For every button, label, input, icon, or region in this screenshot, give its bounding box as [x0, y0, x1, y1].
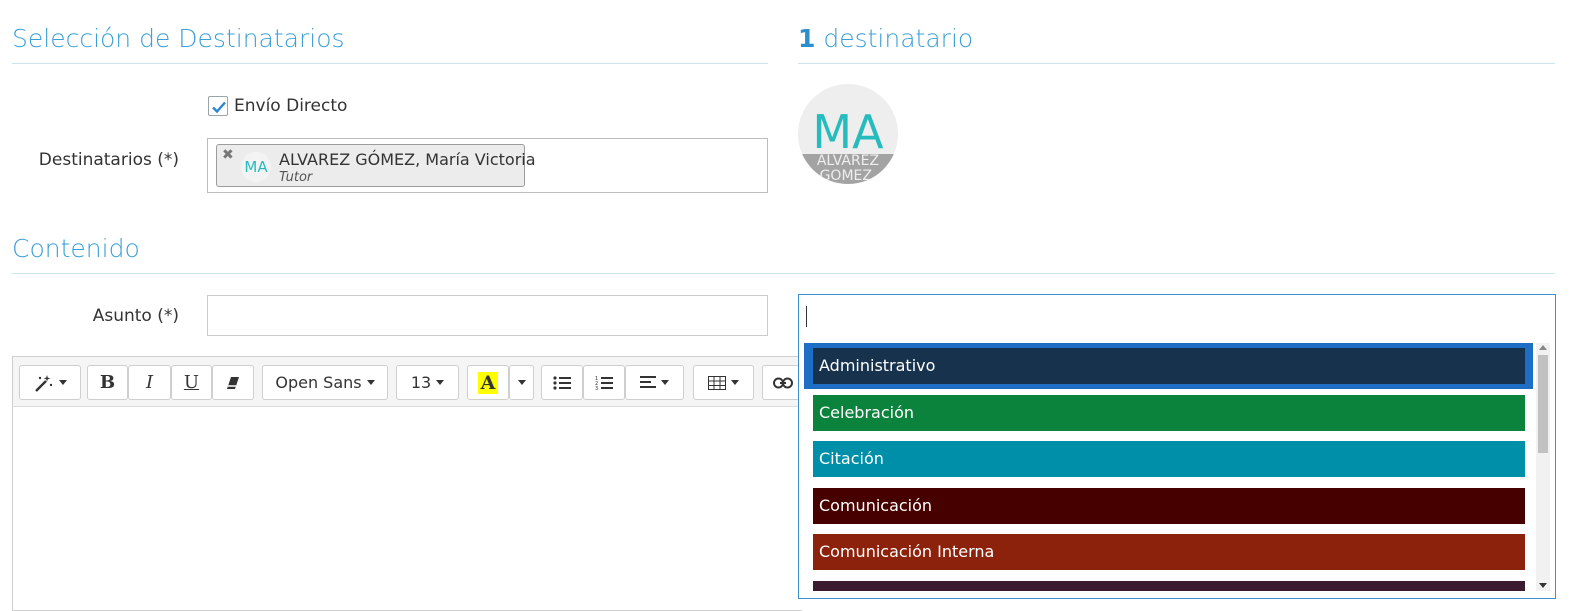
ordered-list-button[interactable]: 1 2 3 — [583, 365, 625, 400]
editor-toolbar: B I U Open Sans 13 A 1 2 3 — [13, 357, 804, 407]
scroll-up-arrow-icon[interactable] — [1539, 345, 1547, 350]
recipients-section-divider — [12, 63, 768, 64]
scroll-down-arrow-icon[interactable] — [1539, 583, 1547, 588]
font-size-dropdown[interactable]: 13 — [396, 365, 459, 400]
recipient-chip-name: ALVAREZ GÓMEZ, María Victoria — [279, 150, 536, 169]
numbered-list-icon: 1 2 3 — [595, 376, 613, 391]
recipient-count-title: 1 destinatario — [798, 24, 973, 53]
magic-wand-icon — [34, 374, 52, 392]
rich-text-editor[interactable]: B I U Open Sans 13 A 1 2 3 — [12, 356, 804, 611]
underline-button[interactable]: U — [171, 365, 212, 400]
font-family-dropdown[interactable]: Open Sans — [262, 365, 388, 400]
italic-button[interactable]: I — [128, 365, 171, 400]
tag-search-input[interactable] — [799, 295, 1555, 341]
svg-text:3: 3 — [595, 386, 598, 391]
bold-button[interactable]: B — [87, 365, 128, 400]
table-icon — [708, 375, 726, 390]
content-section-divider — [12, 273, 1555, 274]
recipient-chip-role: Tutor — [279, 170, 313, 185]
tag-option[interactable]: Administrativo — [813, 348, 1525, 384]
recipient-count-number: 1 — [798, 24, 816, 53]
subject-label: Asunto (*) — [92, 306, 179, 326]
recipient-chip: ✖ MA ALVAREZ GÓMEZ, María Victoria Tutor — [216, 144, 536, 187]
text-cursor — [806, 306, 807, 327]
highlight-color-dropdown[interactable] — [509, 365, 534, 400]
highlight-letter: A — [477, 371, 499, 394]
style-dropdown-button[interactable] — [19, 365, 81, 400]
highlight-color-button[interactable]: A — [467, 365, 509, 400]
tag-options-list: Administrativo Celebración Citación Comu… — [804, 343, 1534, 591]
paragraph-align-dropdown[interactable] — [625, 365, 684, 400]
tag-option[interactable]: Comunicación Interna — [813, 534, 1525, 570]
scroll-thumb[interactable] — [1538, 355, 1548, 453]
eraser-icon — [227, 376, 239, 389]
recipients-section-title: Selección de Destinatarios — [12, 24, 345, 53]
font-family-value: Open Sans — [275, 373, 362, 392]
tag-option[interactable]: Comunicación — [813, 488, 1525, 524]
tag-option[interactable]: Celebración — [813, 395, 1525, 431]
font-size-value: 13 — [410, 373, 432, 392]
link-icon — [773, 377, 793, 388]
subject-input[interactable] — [207, 295, 768, 336]
bullet-list-icon — [553, 375, 571, 390]
checkmark-icon — [212, 101, 226, 114]
recipient-chip-avatar: MA — [241, 152, 271, 182]
remove-recipient-icon[interactable]: ✖ — [222, 147, 234, 163]
table-dropdown[interactable] — [693, 365, 754, 400]
content-section-title: Contenido — [12, 234, 140, 263]
recipient-avatar-caption: ALVAREZ GOMEZ, María — [798, 154, 898, 184]
recipients-label: Destinatarios (*) — [38, 150, 179, 170]
summary-divider — [798, 63, 1555, 64]
recipient-count-label: destinatario — [823, 24, 974, 53]
tag-list-scrollbar[interactable] — [1536, 343, 1550, 591]
tag-option[interactable]: Citación — [813, 441, 1525, 477]
direct-send-label: Envío Directo — [234, 96, 348, 116]
recipient-avatar: MA ALVAREZ GOMEZ, María — [798, 84, 898, 184]
direct-send-checkbox[interactable] — [208, 96, 228, 116]
align-left-icon — [640, 376, 656, 388]
recipients-field[interactable]: ✖ MA ALVAREZ GÓMEZ, María Victoria Tutor — [207, 138, 768, 193]
recipient-avatar-initials: MA — [812, 105, 884, 159]
tag-select-dropdown[interactable]: Administrativo Celebración Citación Comu… — [798, 294, 1556, 599]
unordered-list-button[interactable] — [541, 365, 583, 400]
clear-format-button[interactable] — [212, 365, 254, 400]
tag-option[interactable] — [813, 581, 1525, 591]
